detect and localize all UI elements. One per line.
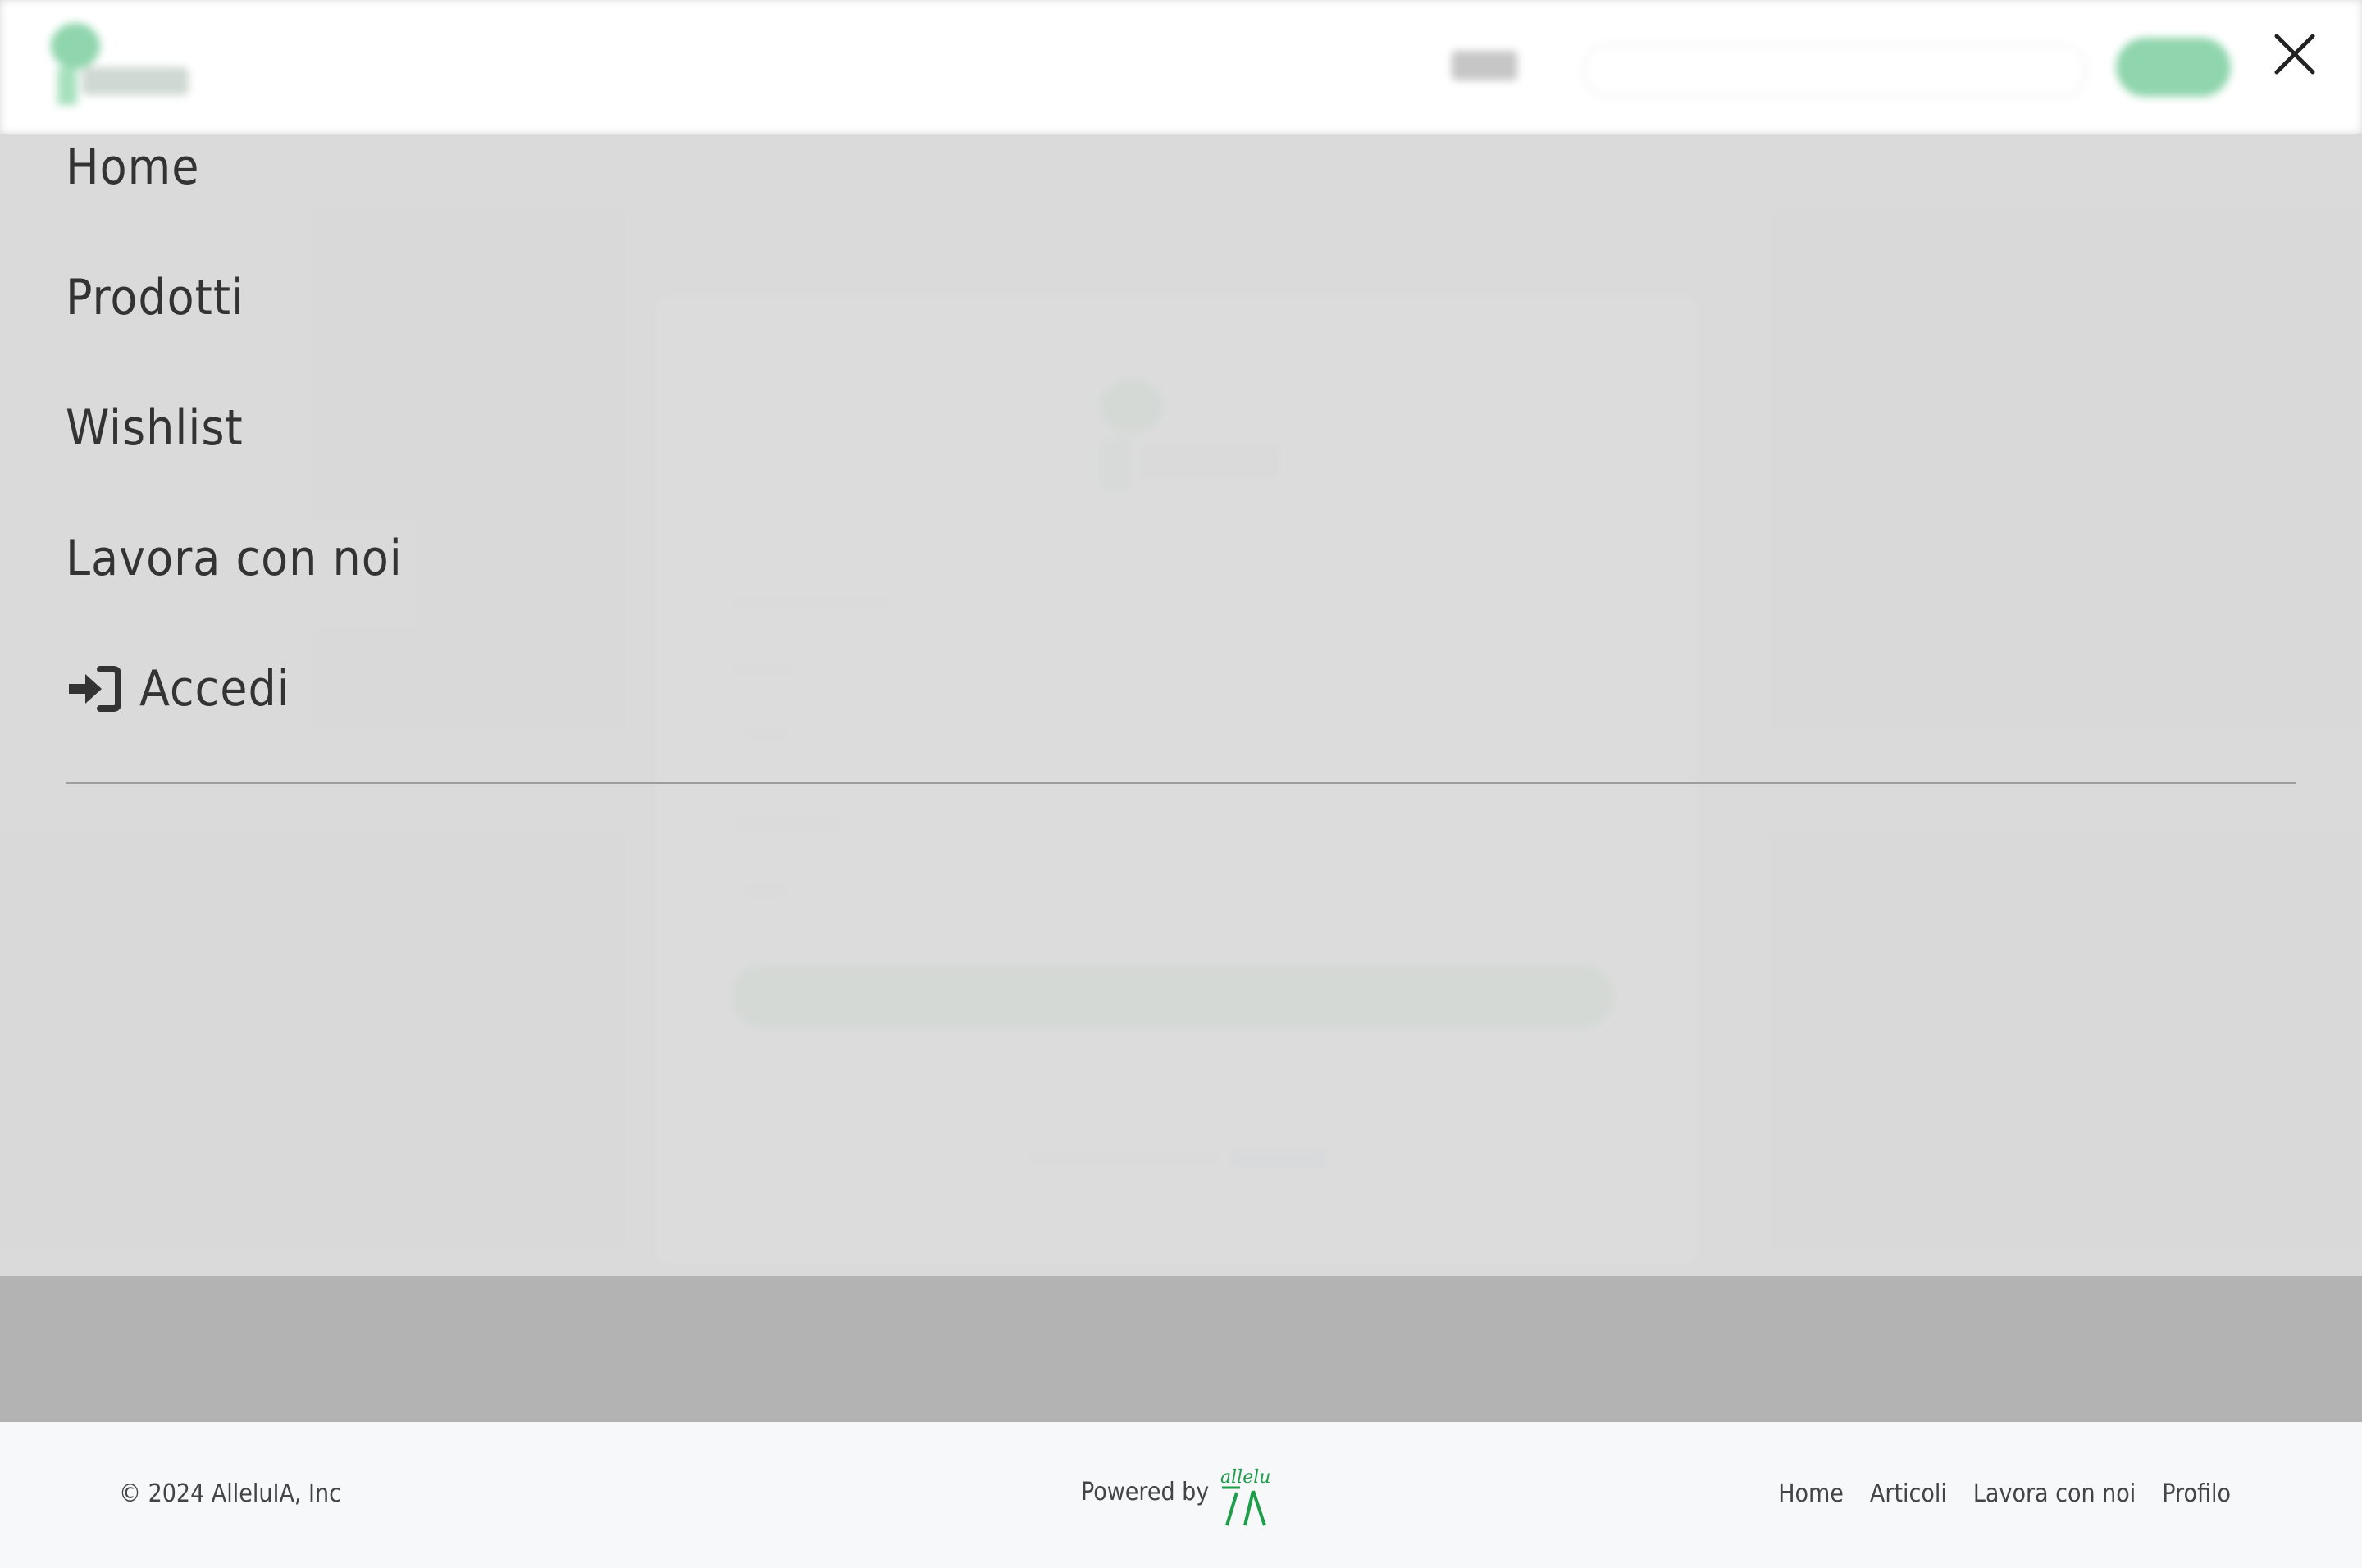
menu-item-lavora-con-noi[interactable]: Lavora con noi: [66, 493, 2296, 623]
footer-nav: Home Articoli Lavora con noi Profilo: [1778, 1479, 2231, 1508]
menu-item-label: Wishlist: [66, 399, 244, 457]
powered-by-text: Powered by: [1081, 1478, 1210, 1506]
menu-divider: [66, 782, 2296, 784]
alleluia-logo-icon: allelu: [1220, 1467, 1270, 1526]
blurred-search-input: [1583, 44, 2086, 97]
menu-item-label: Home: [66, 138, 200, 196]
footer: © 2024 AlleluIA, Inc Powered by allelu H…: [0, 1422, 2362, 1568]
menu-item-home[interactable]: Home: [66, 102, 2296, 232]
footer-link-profilo[interactable]: Profilo: [2162, 1479, 2231, 1508]
footer-link-home[interactable]: Home: [1778, 1479, 1844, 1508]
footer-link-articoli[interactable]: Articoli: [1870, 1479, 1947, 1508]
blurred-header-button: [2116, 38, 2231, 97]
close-menu-button[interactable]: [2270, 30, 2319, 79]
mobile-menu: Home Prodotti Wishlist Lavora con noi Ac…: [66, 134, 2296, 754]
menu-item-accedi[interactable]: Accedi: [66, 623, 2296, 754]
close-icon: [2274, 34, 2315, 75]
copyright-text: © 2024 AlleluIA, Inc: [119, 1479, 341, 1508]
blurred-logo: [51, 23, 100, 69]
menu-item-prodotti[interactable]: Prodotti: [66, 232, 2296, 362]
svg-text:allelu: allelu: [1220, 1467, 1270, 1488]
blurred-logo-text: [82, 67, 189, 95]
menu-item-label: Accedi: [139, 659, 290, 718]
menu-item-label: Prodotti: [66, 268, 244, 326]
footer-link-lavora-con-noi[interactable]: Lavora con noi: [1973, 1479, 2136, 1508]
blurred-band: [0, 1276, 2362, 1422]
login-icon: [69, 665, 121, 712]
menu-item-wishlist[interactable]: Wishlist: [66, 362, 2296, 493]
menu-item-label: Lavora con noi: [66, 529, 403, 587]
blurred-logo-stem: [57, 67, 77, 105]
blurred-language-selector: [1452, 51, 1517, 80]
